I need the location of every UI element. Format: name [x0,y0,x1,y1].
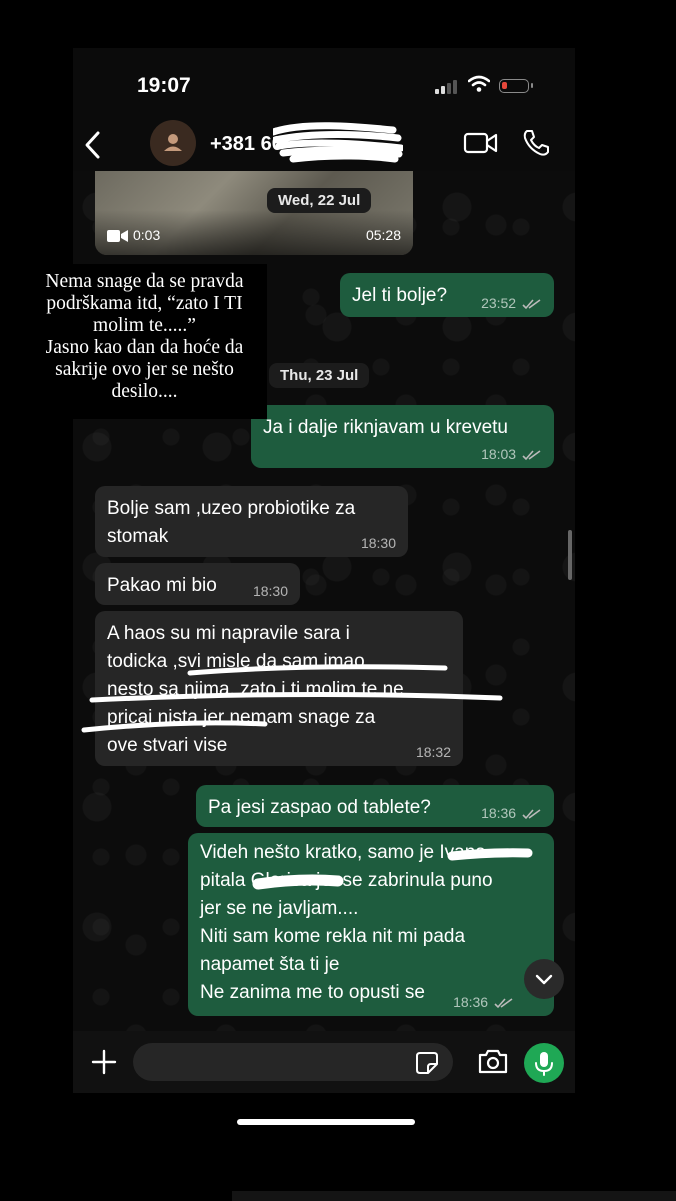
message-line: todicka ,svi misle da sam imao [107,651,365,672]
chevron-down-icon [535,974,553,985]
scrollbar[interactable] [568,530,572,580]
message-line: pricaj nista jer nemam snage za [107,707,376,728]
message-text: Ja i dalje riknjavam u krevetu [263,417,508,438]
home-indicator[interactable] [237,1119,415,1125]
message-time: 18:36 [453,993,489,1010]
read-ticks-icon [494,998,513,1009]
message-bubble[interactable]: Jel ti bolje? 23:52 [340,273,554,317]
annotation-overlay: Nema snage da se pravda podrškama itd, “… [22,264,267,419]
message-text: Jel ti bolje? [352,285,448,306]
message-time: 18:36 [481,804,517,821]
read-ticks-icon [522,809,541,820]
read-ticks-icon [522,299,541,310]
contact-name[interactable]: +381 60 [210,133,283,156]
message-text: Pakao mi bio [107,575,217,596]
microphone-icon [535,1052,553,1076]
message-time: 18:30 [252,583,288,599]
annotation-line: podrškama itd, “zato I TI [46,293,243,314]
message-line: A haos su mi napravile sara i [107,623,350,644]
video-timestamp: 05:28 [365,227,401,243]
phone-call-icon[interactable] [521,128,551,158]
sticker-icon[interactable] [415,1051,439,1075]
annotation-line: sakrije ovo jer se nešto [55,359,234,380]
mic-button[interactable] [524,1043,564,1083]
message-line: Bolje sam ,uzeo probiotike za [107,498,356,519]
message-bubble[interactable]: Ja i dalje riknjavam u krevetu 18:03 [251,405,554,468]
signal-icon [435,80,461,94]
message-line: nesto sa njima, zato i ti molim te ne [107,679,404,700]
video-message[interactable]: 0:03 05:28 [95,171,413,255]
message-line: ove stvari vise [107,735,228,756]
video-call-icon[interactable] [463,131,499,155]
message-time: 18:32 [415,744,451,760]
message-bubble[interactable]: A haos su mi napravile sara i todicka ,s… [95,611,463,766]
message-bubble[interactable]: Pakao mi bio 18:30 [95,563,300,605]
date-pill: Thu, 23 Jul [269,363,370,388]
read-ticks-icon [522,450,541,461]
message-input[interactable] [133,1043,453,1081]
back-chevron-icon[interactable] [83,130,103,160]
date-pill: Wed, 22 Jul [267,188,372,213]
message-time: 18:30 [360,535,396,551]
redaction-scribble [273,122,403,163]
message-time: 23:52 [481,294,517,311]
message-bubble[interactable]: Bolje sam ,uzeo probiotike za stomak 18:… [95,486,408,557]
annotation-line: Nema snage da se pravda [45,271,244,292]
annotation-line: Jasno kao dan da hoće da [45,337,244,358]
person-icon [164,134,182,151]
message-line: jer se ne javljam.... [200,898,359,919]
wifi-icon [468,75,490,92]
message-line: Videh nešto kratko, samo je Ivana [200,842,486,863]
plus-icon[interactable] [90,1048,118,1076]
message-line: pitala Glorica jer se zabrinula puno [200,870,493,891]
annotation-line: desilo.... [111,381,178,402]
bottom-bar [232,1191,676,1201]
status-time: 19:07 [137,74,191,97]
annotation-line: molim te.....” [93,315,196,336]
scroll-down-button[interactable] [524,959,564,999]
message-bubble[interactable]: Videh nešto kratko, samo je Ivana pitala… [188,833,554,1016]
video-duration: 0:03 [133,227,161,243]
message-time: 18:03 [481,445,517,462]
message-line: napamet šta ti je [200,954,340,975]
message-bubble[interactable]: Pa jesi zaspao od tablete? 18:36 [196,785,554,827]
avatar[interactable] [150,120,196,166]
battery-icon [499,79,533,93]
message-line: stomak [107,526,169,547]
camera-icon[interactable] [477,1047,509,1075]
message-line: Niti sam kome rekla nit mi pada [200,926,466,947]
phone-screen: 19:07 +381 60 0:03 05:28 Wed, 22 Jul Jel… [73,48,575,1093]
message-text: Pa jesi zaspao od tablete? [208,797,431,818]
video-camera-icon [107,230,128,242]
